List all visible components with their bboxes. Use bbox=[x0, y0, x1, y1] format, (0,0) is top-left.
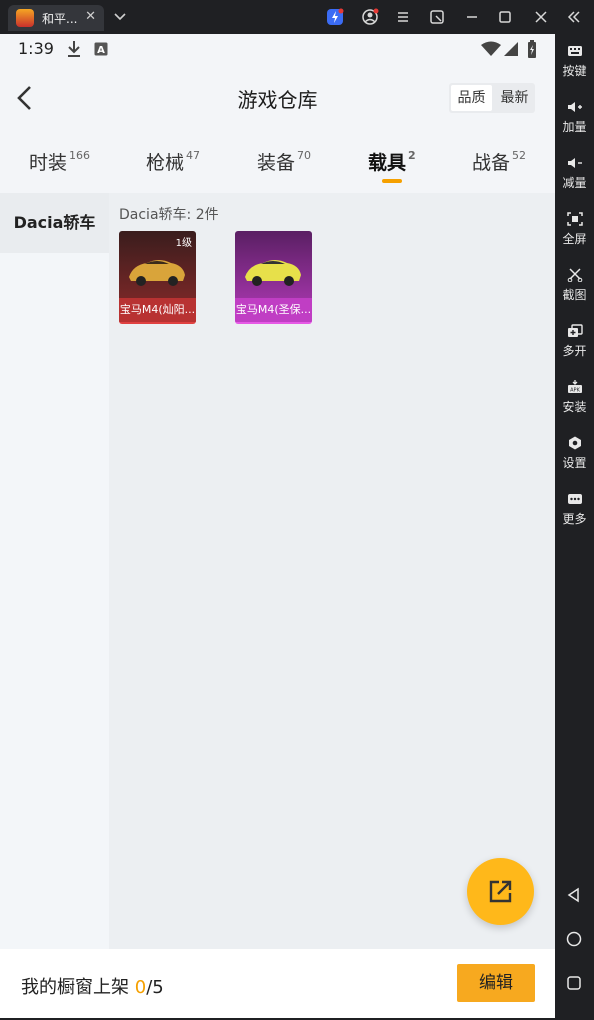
edit-button[interactable]: 编辑 bbox=[457, 964, 535, 1002]
share-fab[interactable] bbox=[467, 858, 534, 925]
app-tab[interactable]: 和平... ✕ bbox=[8, 5, 104, 31]
tab-count: 52 bbox=[512, 149, 527, 162]
pin-window-icon[interactable] bbox=[428, 8, 446, 26]
settings-icon bbox=[568, 436, 581, 450]
app-icon bbox=[16, 9, 34, 27]
chevron-down-icon[interactable] bbox=[111, 8, 129, 26]
volume-up-icon bbox=[567, 102, 582, 112]
tab-weapons[interactable]: 枪械 47 bbox=[146, 148, 200, 175]
item-card[interactable]: 宝马M4(圣保... bbox=[235, 231, 312, 324]
keyboard-a-icon: A bbox=[94, 42, 108, 56]
sidebar-item-volume-down[interactable]: 减量 bbox=[555, 156, 594, 191]
more-icon bbox=[567, 494, 582, 504]
showcase-bar: 我的橱窗上架 0/5 编辑 bbox=[0, 949, 555, 1018]
subcategory-menu: Dacia轿车 bbox=[0, 193, 109, 949]
sort-option-latest[interactable]: 最新 bbox=[494, 83, 535, 113]
tab-label: 载具 bbox=[368, 152, 407, 174]
account-icon[interactable] bbox=[361, 8, 379, 26]
item-name: 宝马M4(圣保... bbox=[235, 298, 312, 322]
sidebar-item-label: 按键 bbox=[562, 64, 587, 78]
tab-equipment[interactable]: 装备 70 bbox=[257, 148, 311, 175]
section-title: Dacia轿车: 2件 bbox=[119, 207, 219, 223]
car-thumbnail-icon bbox=[245, 260, 301, 286]
item-name: 宝马M4(灿阳... bbox=[119, 298, 196, 322]
volume-down-icon bbox=[567, 158, 582, 168]
svg-text:APK: APK bbox=[570, 388, 580, 394]
car-thumbnail-icon bbox=[129, 260, 185, 286]
status-bar: 1:39 A bbox=[0, 34, 555, 64]
sidebar-item-label: 截图 bbox=[562, 288, 587, 302]
sort-toggle: 品质 最新 bbox=[449, 83, 535, 113]
tab-count: 70 bbox=[297, 149, 312, 162]
sidebar-item-fullscreen[interactable]: 全屏 bbox=[555, 212, 594, 247]
sort-option-quality[interactable]: 品质 bbox=[451, 85, 492, 111]
showcase-prefix: 我的橱窗上架 bbox=[21, 977, 135, 998]
multi-instance-icon bbox=[567, 324, 583, 337]
emulator-window: 和平... ✕ 按键 加量 减量 全屏 截图 多开 APK 安装 设置 更多 1… bbox=[0, 0, 594, 1020]
keyboard-icon bbox=[567, 46, 582, 56]
fullscreen-icon bbox=[566, 212, 583, 226]
item-card[interactable]: 1级 宝马M4(灿阳... bbox=[119, 231, 196, 324]
showcase-total: 5 bbox=[152, 977, 164, 998]
tab-label: 枪械 bbox=[146, 152, 185, 174]
tab-fashion[interactable]: 时装 166 bbox=[29, 148, 90, 175]
sidebar-item-install-apk[interactable]: APK 安装 bbox=[555, 380, 594, 415]
external-link-icon bbox=[489, 880, 512, 903]
app-tab-title: 和平... bbox=[42, 11, 78, 26]
tab-label: 时装 bbox=[29, 152, 68, 174]
showcase-shelved-count: 0 bbox=[134, 977, 147, 998]
booster-icon[interactable] bbox=[326, 8, 344, 26]
scissors-icon bbox=[567, 268, 582, 282]
tab-close-icon[interactable]: ✕ bbox=[85, 9, 96, 24]
sidebar-item-label: 全屏 bbox=[562, 232, 587, 246]
sidebar-item-screenshot[interactable]: 截图 bbox=[555, 268, 594, 303]
sidebar-item-label: 减量 bbox=[562, 176, 587, 190]
svg-text:A: A bbox=[97, 45, 105, 56]
android-home-icon[interactable] bbox=[565, 930, 583, 948]
sidebar-item-label: 设置 bbox=[562, 456, 587, 470]
phone-screen: 1:39 A 游戏仓库 品质 最新 时装 166 枪械 47 装备 70 载具 … bbox=[0, 34, 555, 1018]
category-tabs: 时装 166 枪械 47 装备 70 载具 2 战备 52 bbox=[0, 136, 555, 192]
sidebar-item-volume-up[interactable]: 加量 bbox=[555, 100, 594, 135]
sidebar-item-label: 安装 bbox=[562, 400, 587, 414]
sidebar-item-label: 加量 bbox=[562, 120, 587, 134]
minimize-icon[interactable] bbox=[463, 8, 481, 26]
cellular-signal-icon bbox=[504, 42, 518, 56]
android-back-icon[interactable] bbox=[565, 886, 583, 904]
emulator-titlebar: 和平... ✕ bbox=[0, 0, 594, 34]
status-time: 1:39 bbox=[18, 39, 54, 58]
sidebar-item-settings[interactable]: 设置 bbox=[555, 436, 594, 471]
battery-icon bbox=[528, 40, 536, 58]
sidebar-item-label: 多开 bbox=[562, 344, 587, 358]
emulator-sidebar: 按键 加量 减量 全屏 截图 多开 APK 安装 设置 更多 bbox=[555, 34, 594, 1020]
item-level-badge: 1级 bbox=[175, 238, 192, 249]
close-icon[interactable] bbox=[532, 8, 550, 26]
collapse-sidebar-icon[interactable] bbox=[565, 8, 583, 26]
download-icon bbox=[68, 41, 80, 57]
sidebar-item-label: 更多 bbox=[562, 512, 587, 526]
active-tab-indicator bbox=[382, 179, 402, 183]
wifi-icon bbox=[481, 41, 501, 56]
tab-label: 战备 bbox=[472, 152, 511, 174]
menu-icon[interactable] bbox=[394, 8, 412, 26]
tab-count: 47 bbox=[186, 149, 201, 162]
tab-vehicles[interactable]: 载具 2 bbox=[368, 148, 416, 183]
subcategory-item-dacia[interactable]: Dacia轿车 bbox=[0, 193, 109, 253]
sidebar-item-more[interactable]: 更多 bbox=[555, 492, 594, 527]
maximize-icon[interactable] bbox=[496, 8, 514, 26]
android-recents-icon[interactable] bbox=[565, 974, 583, 992]
tab-count: 166 bbox=[69, 149, 91, 162]
page-header: 游戏仓库 品质 最新 bbox=[0, 64, 555, 132]
item-grid: Dacia轿车: 2件 1级 宝马M4(灿阳... 宝马M4(圣保... bbox=[109, 193, 555, 949]
showcase-label: 我的橱窗上架 0/5 bbox=[21, 973, 164, 999]
tab-count: 2 bbox=[408, 149, 416, 162]
sidebar-item-multi-instance[interactable]: 多开 bbox=[555, 324, 594, 359]
tab-label: 装备 bbox=[257, 152, 296, 174]
apk-install-icon: APK bbox=[567, 380, 582, 394]
tab-battle-gear[interactable]: 战备 52 bbox=[472, 148, 526, 175]
sidebar-item-keymap[interactable]: 按键 bbox=[555, 44, 594, 79]
